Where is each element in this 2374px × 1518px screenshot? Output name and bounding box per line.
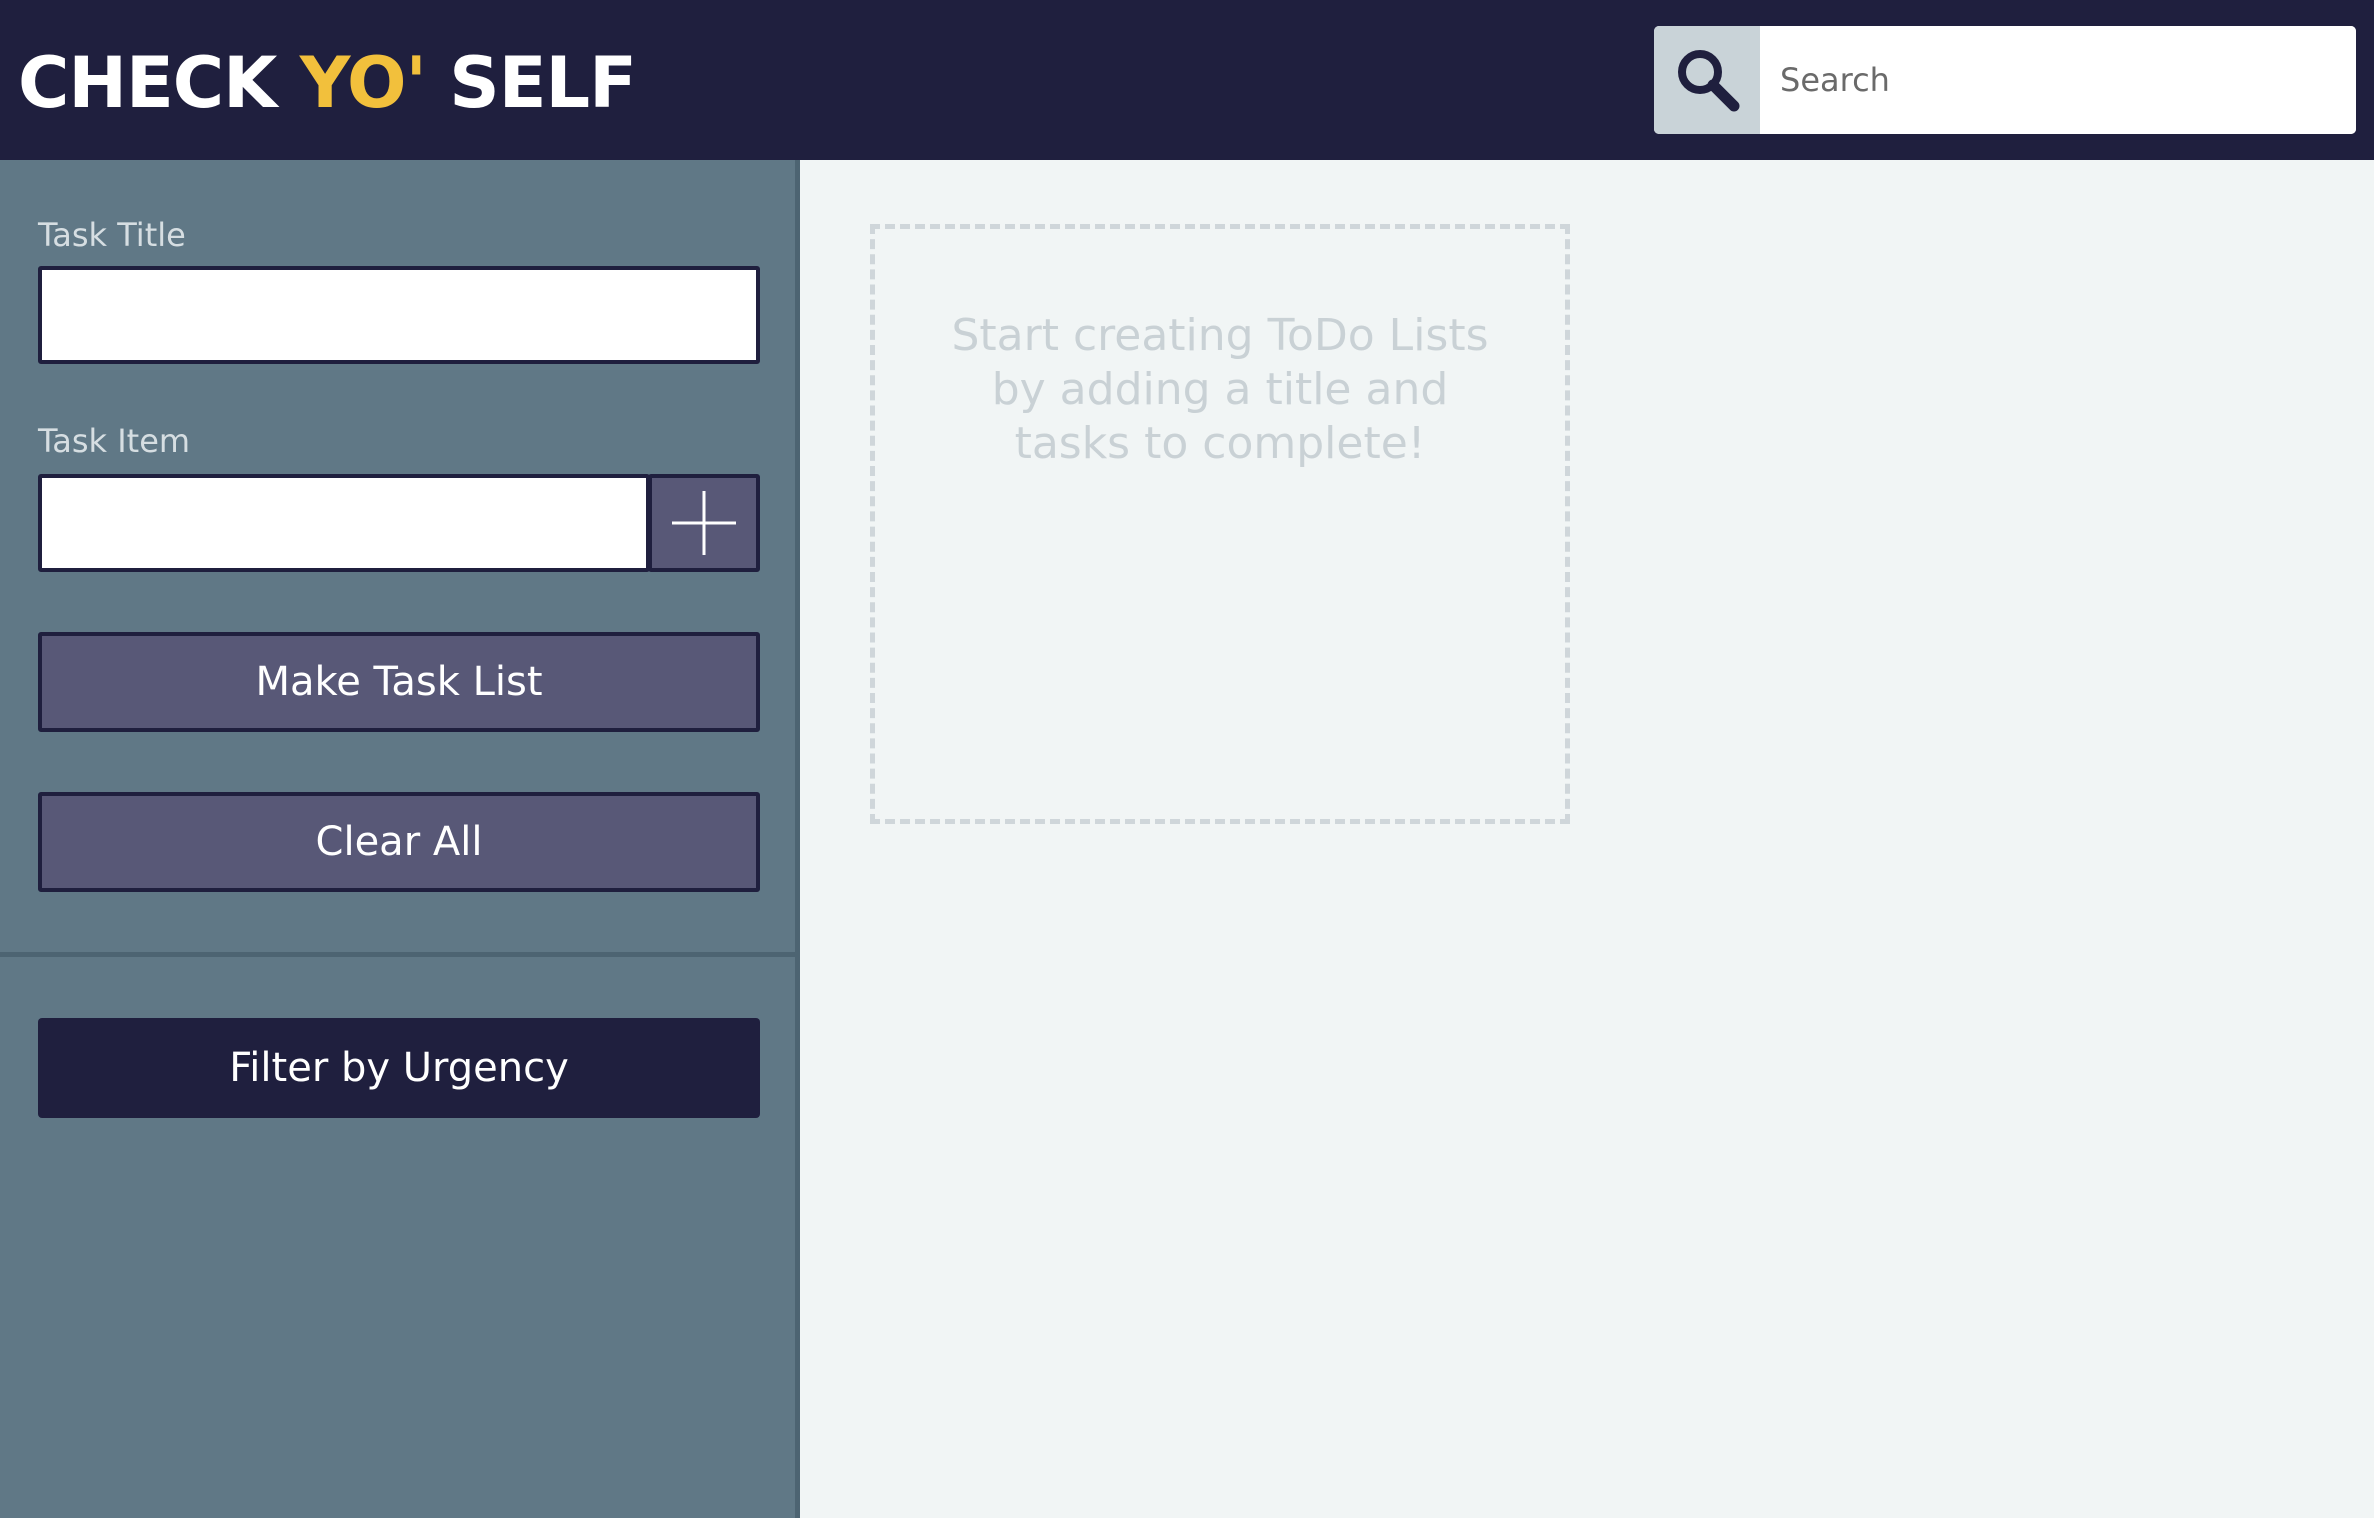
search-button[interactable]: [1654, 26, 1760, 134]
clear-all-button[interactable]: Clear All: [38, 792, 760, 892]
sidebar-divider: [0, 952, 800, 957]
logo-text-yo: YO': [299, 42, 427, 124]
make-task-list-button[interactable]: Make Task List: [38, 632, 760, 732]
empty-state-message: Start creating ToDo Lists by adding a ti…: [951, 310, 1489, 469]
logo-text-self: SELF: [425, 42, 637, 124]
app-header: CHECK YO' SELF: [0, 0, 2374, 160]
add-task-item-button[interactable]: [648, 474, 760, 572]
plus-icon: [672, 491, 736, 555]
search-input[interactable]: [1760, 26, 2356, 134]
filter-by-urgency-button[interactable]: Filter by Urgency: [38, 1018, 760, 1118]
search-bar: [1654, 26, 2356, 134]
empty-state-card: Start creating ToDo Lists by adding a ti…: [870, 224, 1570, 824]
task-title-label: Task Title: [38, 216, 186, 254]
sidebar: Task Title Task Item Make Task List Clea…: [0, 160, 800, 1518]
task-list-area: Start creating ToDo Lists by adding a ti…: [805, 160, 2374, 1518]
task-item-input[interactable]: [38, 474, 650, 572]
task-title-input[interactable]: [38, 266, 760, 364]
task-item-label: Task Item: [38, 422, 191, 460]
search-icon: [1678, 50, 1740, 112]
app-logo: CHECK YO' SELF: [18, 38, 637, 128]
logo-text-check: CHECK: [18, 42, 300, 124]
